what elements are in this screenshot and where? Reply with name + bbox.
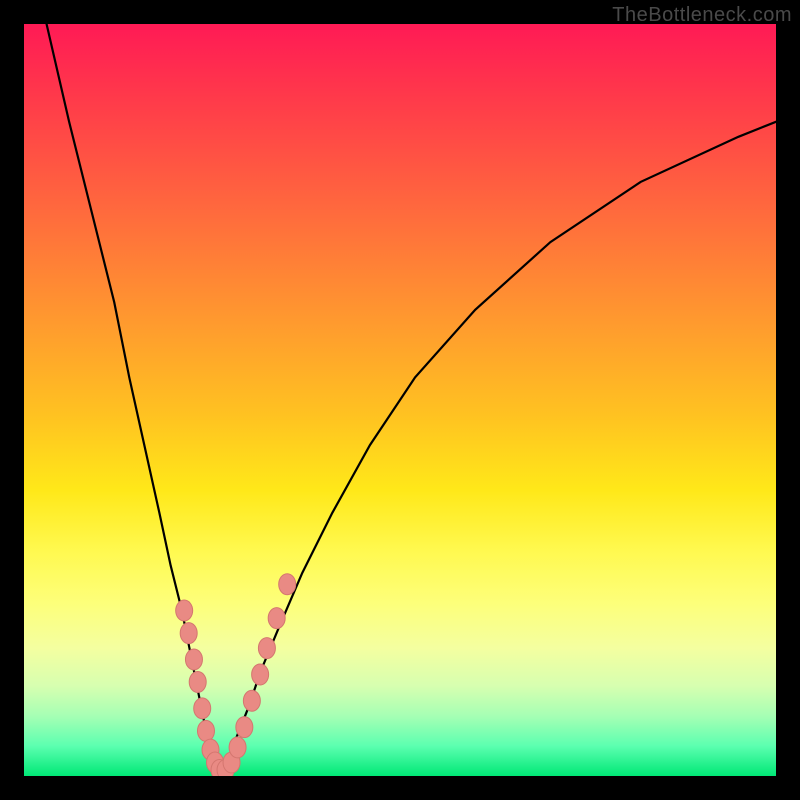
- data-markers: [176, 574, 296, 776]
- data-marker: [197, 720, 214, 741]
- data-marker: [229, 737, 246, 758]
- data-marker: [243, 690, 260, 711]
- data-marker: [279, 574, 296, 595]
- data-marker: [194, 698, 211, 719]
- data-marker: [252, 664, 269, 685]
- data-marker: [180, 623, 197, 644]
- data-marker: [185, 649, 202, 670]
- chart-frame: TheBottleneck.com: [0, 0, 800, 800]
- data-marker: [258, 638, 275, 659]
- data-marker: [189, 672, 206, 693]
- data-marker: [268, 608, 285, 629]
- watermark-text: TheBottleneck.com: [612, 4, 792, 27]
- data-marker: [236, 717, 253, 738]
- chart-svg: [24, 24, 776, 776]
- data-marker: [176, 600, 193, 621]
- curve-right: [220, 122, 776, 772]
- plot-area: [24, 24, 776, 776]
